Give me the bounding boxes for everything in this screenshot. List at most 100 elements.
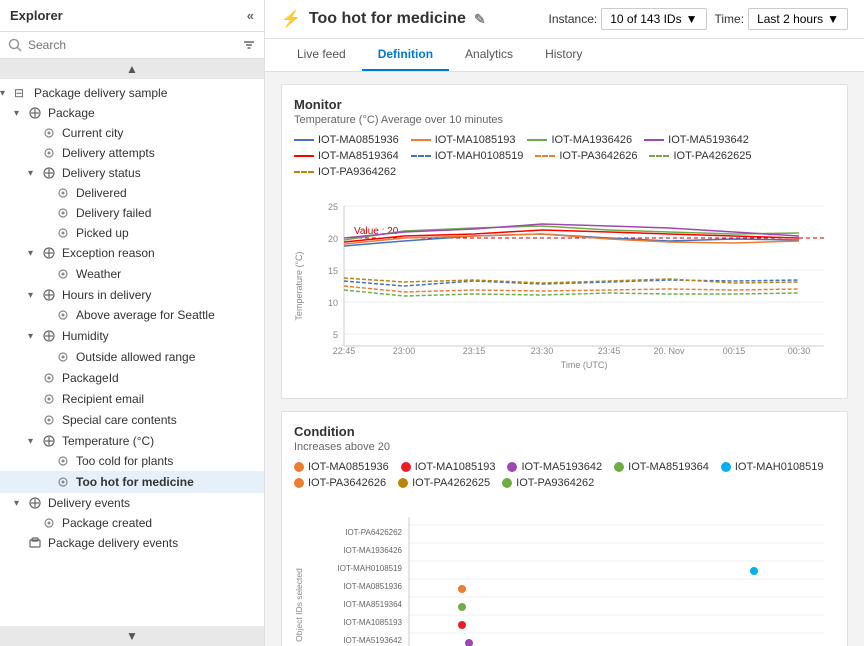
sidebar-item-delivered[interactable]: Delivered	[0, 183, 264, 203]
hierarchy-icon	[42, 288, 56, 302]
time-value: Last 2 hours	[757, 12, 823, 26]
instance-control: Instance: 10 of 143 IDs ▼	[549, 8, 707, 30]
sidebar: Explorer « ▲ ▾ ⊟ Package delivery sample…	[0, 0, 265, 646]
node-icon	[56, 226, 72, 240]
node-icon: ⊟	[14, 86, 30, 100]
hierarchy-icon	[42, 246, 56, 260]
svg-text:Object IDs selected: Object IDs selected	[294, 568, 304, 642]
hierarchy-icon	[42, 329, 56, 343]
leaf-icon	[56, 226, 70, 240]
condition-panel: Condition Increases above 20 IOT-MA08519…	[281, 411, 848, 646]
tree-item-label: Weather	[76, 267, 242, 281]
legend-item-IOT-PA9364262: IOT-PA9364262	[294, 166, 396, 178]
search-icon	[8, 38, 22, 52]
sidebar-item-current-city[interactable]: Current city	[0, 123, 264, 143]
tree-item-label: Delivery status	[62, 166, 264, 180]
scroll-down-button[interactable]: ▼	[0, 626, 264, 646]
svg-text:IOT-PA6426262: IOT-PA6426262	[345, 528, 402, 537]
sidebar-item-picked-up[interactable]: Picked up	[0, 223, 264, 243]
tab-definition[interactable]: Definition	[362, 39, 449, 71]
legend-item-IOT-MA0851936: IOT-MA0851936	[294, 134, 399, 146]
monitor-subtitle: Temperature (°C) Average over 10 minutes	[294, 114, 835, 126]
cond-legend-label: IOT-MA8519364	[628, 461, 709, 473]
sidebar-item-package-delivery-events[interactable]: Package delivery events	[0, 533, 264, 553]
cond-legend-label: IOT-MA5193642	[521, 461, 602, 473]
chevron-icon: ▾	[14, 108, 28, 119]
sidebar-item-too-cold-for-plants[interactable]: Too cold for plants	[0, 451, 264, 471]
sidebar-item-hours-in-delivery[interactable]: ▾ Hours in delivery	[0, 285, 264, 305]
node-icon	[56, 186, 72, 200]
tree-item-label: Outside allowed range	[76, 350, 264, 364]
tree-item-label: Recipient email	[62, 392, 264, 406]
cond-legend-item-IOT-MA8519364: IOT-MA8519364	[614, 461, 709, 473]
sidebar-item-too-hot-for-medicine[interactable]: Too hot for medicine ···	[0, 471, 264, 493]
leaf-icon	[42, 413, 56, 427]
search-input[interactable]	[28, 38, 242, 52]
leaf-icon	[42, 516, 56, 530]
tab-analytics[interactable]: Analytics	[449, 39, 529, 71]
time-dropdown[interactable]: Last 2 hours ▼	[748, 8, 848, 30]
tab-live-feed[interactable]: Live feed	[281, 39, 362, 71]
svg-text:00:30: 00:30	[788, 346, 811, 356]
sidebar-item-outside-allowed-range[interactable]: Outside allowed range	[0, 347, 264, 367]
cond-legend-item-IOT-PA4262625: IOT-PA4262625	[398, 477, 490, 489]
tree-item-label: Delivery failed	[76, 206, 264, 220]
legend-item-IOT-PA3642626: IOT-PA3642626	[535, 150, 637, 162]
edit-icon[interactable]: ✎	[474, 11, 486, 28]
tree-item-label: Exception reason	[62, 246, 264, 260]
sidebar-item-delivery-status[interactable]: ▾ Delivery status	[0, 163, 264, 183]
legend-label: IOT-MA1936426	[551, 134, 632, 146]
leaf-icon	[56, 206, 70, 220]
page-title: Too hot for medicine ✎	[309, 10, 541, 28]
filter-icon[interactable]	[242, 38, 256, 52]
sidebar-item-temperature[interactable]: ▾ Temperature (°C)	[0, 431, 264, 451]
node-icon	[56, 454, 72, 468]
time-label: Time:	[715, 12, 745, 26]
cond-legend-item-IOT-MA1085193: IOT-MA1085193	[401, 461, 496, 473]
node-icon	[42, 516, 58, 530]
svg-text:IOT-MAH0108519: IOT-MAH0108519	[338, 564, 403, 573]
sidebar-item-pkg-delivery-sample[interactable]: ▾ ⊟ Package delivery sample	[0, 83, 264, 103]
legend-label: IOT-MA5193642	[668, 134, 749, 146]
cond-legend-item-IOT-MA0851936: IOT-MA0851936	[294, 461, 389, 473]
sidebar-item-weather[interactable]: Weather ···	[0, 263, 264, 285]
sidebar-item-package-created[interactable]: Package created	[0, 513, 264, 533]
svg-text:23:15: 23:15	[463, 346, 486, 356]
scroll-up-button[interactable]: ▲	[0, 59, 264, 79]
hierarchy-icon	[42, 434, 56, 448]
cond-legend-label: IOT-MA1085193	[415, 461, 496, 473]
legend-label: IOT-PA4262625	[673, 150, 751, 162]
sidebar-item-recipient-email[interactable]: Recipient email	[0, 389, 264, 409]
main-header: ⚡ Too hot for medicine ✎ Instance: 10 of…	[265, 0, 864, 39]
cond-legend-label: IOT-PA4262625	[412, 477, 490, 489]
sidebar-item-delivery-attempts[interactable]: Delivery attempts	[0, 143, 264, 163]
sidebar-item-above-average-seattle[interactable]: Above average for Seattle	[0, 305, 264, 325]
legend-label: IOT-MA8519364	[318, 150, 399, 162]
collapse-icon[interactable]: «	[247, 8, 254, 23]
node-icon	[42, 371, 58, 385]
legend-item-IOT-MA1936426: IOT-MA1936426	[527, 134, 632, 146]
tree-item-label: Package created	[62, 516, 264, 530]
monitor-chart: Temperature (°C) 25 20 15 10 5 Value : 2…	[294, 186, 835, 386]
chevron-icon: ▾	[28, 168, 42, 179]
leaf-icon	[56, 475, 70, 489]
tree-item-label: Picked up	[76, 226, 264, 240]
sidebar-item-packageid[interactable]: PackageId ···	[0, 367, 264, 389]
sidebar-item-exception-reason[interactable]: ▾ Exception reason	[0, 243, 264, 263]
sidebar-item-humidity[interactable]: ▾ Humidity ···	[0, 325, 264, 347]
monitor-legend: IOT-MA0851936 IOT-MA1085193 IOT-MA193642…	[294, 134, 835, 178]
sidebar-item-package[interactable]: ▾ Package	[0, 103, 264, 123]
instance-dropdown[interactable]: 10 of 143 IDs ▼	[601, 8, 706, 30]
cond-legend-item-IOT-MA5193642: IOT-MA5193642	[507, 461, 602, 473]
node-icon	[56, 308, 72, 322]
sidebar-item-special-care-contents[interactable]: Special care contents ···	[0, 409, 264, 431]
tab-history[interactable]: History	[529, 39, 598, 71]
sidebar-item-delivery-failed[interactable]: Delivery failed	[0, 203, 264, 223]
sidebar-item-delivery-events[interactable]: ▾ Delivery events	[0, 493, 264, 513]
svg-text:5: 5	[333, 330, 338, 340]
monitor-panel: Monitor Temperature (°C) Average over 10…	[281, 84, 848, 399]
tree-item-label: Package delivery events	[48, 536, 264, 550]
instance-chevron-icon: ▼	[686, 12, 698, 26]
tree-item-label: Hours in delivery	[62, 288, 264, 302]
svg-text:25: 25	[328, 202, 338, 212]
